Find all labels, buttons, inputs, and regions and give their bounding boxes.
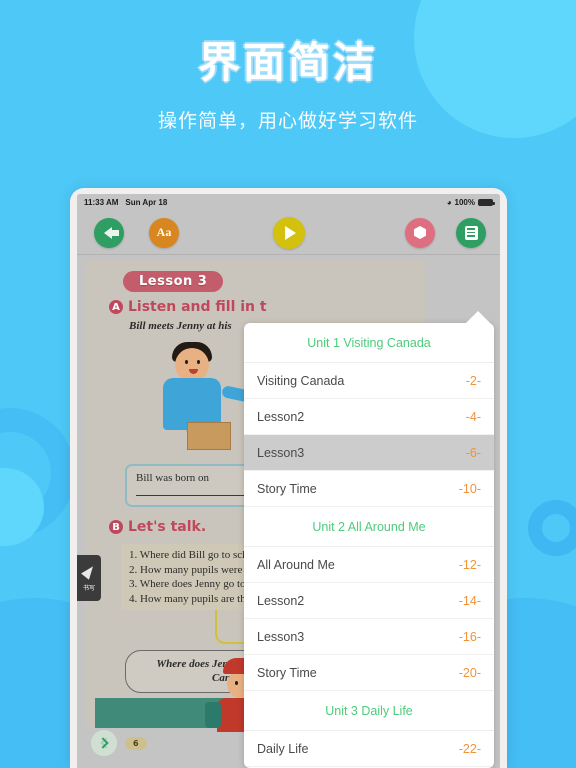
catalog-row[interactable]: Lesson3 -6- — [244, 435, 494, 471]
catalog-row-page: -10- — [458, 481, 481, 496]
back-arrow-icon — [104, 226, 119, 239]
lesson-title-pill: Lesson 3 — [123, 271, 224, 292]
promo-subheadline: 操作简单，用心做好学习软件 — [157, 110, 418, 133]
catalog-row-page: -12- — [458, 557, 481, 572]
catalog-unit-header: Unit 1 Visiting Canada — [244, 323, 494, 363]
catalog-row-title: Story Time — [257, 665, 317, 680]
dropdown-pointer-arrow — [465, 311, 491, 324]
catalog-row-title: Lesson3 — [257, 445, 305, 460]
font-size-label: Aa — [156, 225, 172, 239]
status-bar-right: ◕ 100% — [446, 197, 495, 207]
decorative-ring-right — [528, 500, 576, 556]
fill-in-blank-text: Bill was born on — [136, 472, 210, 484]
catalog-row[interactable]: Lesson2 -4- — [244, 399, 494, 435]
student-eye-left — [235, 681, 238, 685]
blank-underline[interactable] — [136, 485, 251, 496]
status-bar-time: 11:33 AM — [84, 198, 119, 207]
record-button[interactable] — [405, 217, 435, 248]
boy-box — [187, 422, 231, 450]
catalog-row-page: -2- — [465, 373, 481, 388]
student-backpack — [205, 702, 221, 728]
catalog-row-page: -4- — [465, 409, 481, 424]
boy-eye-right — [197, 360, 200, 364]
task-a-label: Listen and fill in t — [128, 299, 267, 315]
chevron-right-icon — [96, 737, 109, 749]
task-a-badge: A — [109, 300, 123, 314]
catalog-row[interactable]: Daily Life -22- — [244, 731, 494, 767]
catalog-row-title: Story Time — [257, 481, 317, 496]
writing-tool-tab[interactable]: 书写 — [77, 555, 101, 601]
catalog-row-page: -6- — [465, 445, 481, 460]
list-menu-icon — [464, 225, 478, 240]
catalog-row-title: Lesson2 — [257, 409, 305, 424]
record-hexagon-icon — [414, 226, 426, 239]
promo-headline: 界面简洁 — [197, 38, 378, 87]
wifi-icon: ◕ — [446, 197, 452, 207]
catalog-unit-header: Unit 3 Daily Life — [244, 691, 494, 731]
book-page-area[interactable]: Lesson 3 A Listen and fill in t Bill mee… — [77, 255, 500, 768]
next-page-button[interactable] — [91, 730, 117, 756]
task-b-label: Let's talk. — [128, 519, 207, 535]
catalog-row-title: Lesson3 — [257, 629, 305, 644]
catalog-row[interactable]: Story Time -10- — [244, 471, 494, 507]
catalog-row-title: Lesson2 — [257, 593, 305, 608]
writing-tool-label: 书写 — [82, 584, 95, 592]
catalog-row[interactable]: Story Time -20- — [244, 655, 494, 691]
catalog-unit-header: Unit 2 All Around Me — [244, 507, 494, 547]
task-a-heading: A Listen and fill in t — [109, 299, 415, 315]
catalog-dropdown-panel[interactable]: Unit 1 Visiting Canada Visiting Canada -2-… — [244, 323, 494, 768]
catalog-row-page: -20- — [458, 665, 481, 680]
back-button[interactable] — [94, 217, 124, 248]
catalog-row[interactable]: Lesson2 -14- — [244, 583, 494, 619]
catalog-menu-button[interactable] — [456, 217, 486, 248]
boy-illustration — [147, 340, 259, 450]
app-toolbar: Aa — [77, 211, 500, 255]
catalog-row-page: -14- — [458, 593, 481, 608]
battery-percent-label: 100% — [454, 198, 475, 207]
boy-head — [175, 348, 209, 382]
catalog-row-title: Visiting Canada — [257, 373, 345, 388]
catalog-list[interactable]: Unit 1 Visiting Canada Visiting Canada -2-… — [244, 323, 494, 768]
status-bar: 11:33 AM Sun Apr 18 ◕ 100% — [77, 194, 500, 211]
task-b-badge: B — [109, 520, 123, 534]
play-button[interactable] — [272, 216, 305, 249]
catalog-row-page: -22- — [458, 741, 481, 756]
status-bar-date: Sun Apr 18 — [125, 198, 168, 207]
catalog-row[interactable]: Visiting Canada -2- — [244, 363, 494, 399]
boy-eye-left — [185, 360, 188, 364]
battery-icon — [478, 199, 495, 206]
catalog-row-page: -16- — [458, 629, 481, 644]
play-icon — [285, 225, 296, 240]
catalog-row-title: Daily Life — [257, 741, 309, 756]
promo-text-block: 界面简洁 操作简单，用心做好学习软件 — [0, 38, 576, 133]
tablet-device-frame: 11:33 AM Sun Apr 18 ◕ 100% Aa Lesson 3 A… — [70, 188, 507, 768]
tablet-screen: 11:33 AM Sun Apr 18 ◕ 100% Aa Lesson 3 A… — [77, 194, 500, 768]
catalog-row-title: All Around Me — [257, 557, 335, 572]
catalog-row[interactable]: Lesson3 -16- — [244, 619, 494, 655]
catalog-row[interactable]: All Around Me -12- — [244, 547, 494, 583]
pencil-icon — [81, 562, 97, 580]
font-size-button[interactable]: Aa — [149, 217, 179, 248]
